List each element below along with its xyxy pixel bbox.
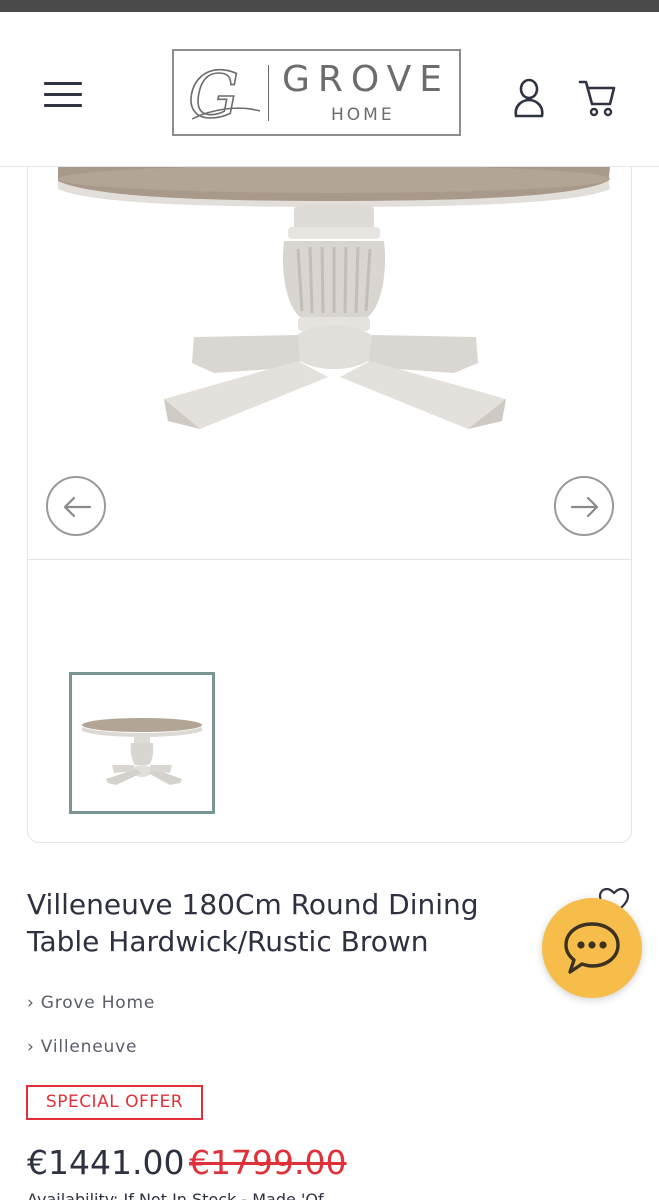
gallery-prev-button[interactable] [46, 476, 106, 536]
product-main-image[interactable] [28, 167, 631, 560]
site-logo[interactable]: G GROVE HOME [172, 49, 461, 136]
product-title: Villeneuve 180Cm Round Dining Table Hard… [27, 888, 479, 958]
gallery-thumbnail[interactable] [69, 672, 215, 814]
breadcrumb-link-brand[interactable]: › Grove Home [27, 993, 155, 1013]
logo-sub-text: HOME [331, 105, 395, 125]
original-price: €1799.00 [189, 1143, 347, 1182]
table-illustration [58, 167, 610, 429]
current-price: €1441.00 [27, 1143, 185, 1182]
status-bar [0, 0, 659, 12]
gallery-next-button[interactable] [554, 476, 614, 536]
logo-monogram-icon: G [187, 58, 261, 131]
logo-monogram: G [188, 59, 239, 131]
chat-bubble-icon [564, 922, 620, 974]
availability-text: Availability: If Not In Stock - Made 'Of [27, 1190, 324, 1200]
hamburger-menu-icon[interactable] [44, 82, 84, 108]
special-offer-badge: SPECIAL OFFER [26, 1085, 203, 1120]
product-gallery [27, 167, 632, 843]
user-icon[interactable] [512, 76, 546, 120]
cart-icon[interactable] [578, 74, 616, 120]
logo-brand-text: GROVE [282, 59, 450, 100]
arrow-right-icon [570, 496, 599, 518]
breadcrumb-link-collection[interactable]: › Villeneuve [27, 1037, 137, 1057]
logo-divider [268, 65, 269, 121]
site-header: G GROVE HOME [0, 12, 659, 167]
chat-button[interactable] [542, 898, 642, 998]
arrow-left-icon [63, 496, 92, 518]
thumbnail-image [82, 718, 202, 785]
